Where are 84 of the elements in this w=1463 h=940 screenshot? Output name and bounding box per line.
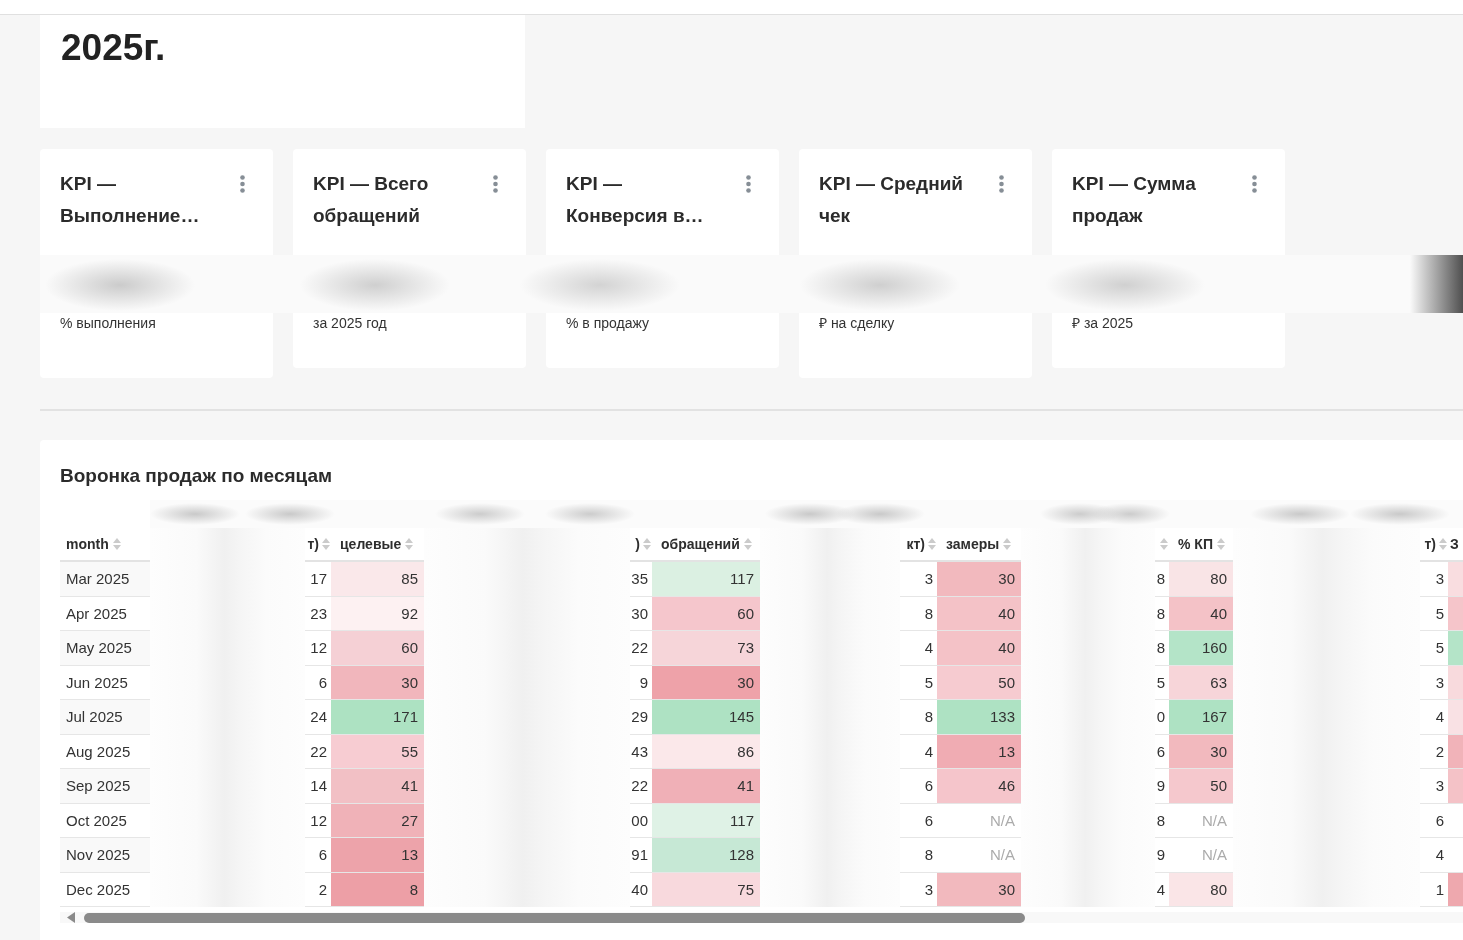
table-cell: 13 [331, 838, 424, 873]
card-caption: ₽ за 2025 [1072, 314, 1135, 332]
card-caption: ₽ на сделку [819, 314, 896, 332]
table-cell: 50 [937, 665, 1021, 700]
sort-icon[interactable] [322, 538, 330, 550]
sort-icon[interactable] [112, 538, 121, 550]
table-cell: Jul 2025 [60, 700, 150, 735]
sort-icon[interactable] [1003, 538, 1012, 550]
table-cell: 4 [1420, 838, 1448, 873]
card-title: KPI — Всего обращений [313, 172, 430, 228]
table-cell: 80 [1169, 562, 1233, 597]
sort-icon[interactable] [928, 538, 936, 550]
table-cell: 6 [1420, 803, 1448, 838]
page-title: 2025г. [61, 26, 167, 70]
table-cell: 92 [331, 596, 424, 631]
column-header[interactable]: ) [630, 528, 652, 562]
table-cell: 40 [937, 596, 1021, 631]
card-title: KPI — Сумма продаж [1072, 172, 1197, 228]
table-cell: 9 [1155, 838, 1169, 873]
table-cell: 8 [331, 872, 424, 907]
table-title: Воронка продаж по месяцам [60, 464, 334, 488]
kebab-menu-icon[interactable] [1252, 175, 1257, 193]
sort-icon[interactable] [643, 538, 651, 550]
table-cell: Sep 2025 [60, 769, 150, 804]
table-cell: May 2025 [60, 631, 150, 666]
card-caption: % выполнения [60, 314, 157, 332]
table-cell: 63 [1169, 665, 1233, 700]
table-cell: 30 [331, 665, 424, 700]
card-title: KPI — Конверсия в… [566, 172, 705, 228]
table-cell: 30 [1169, 734, 1233, 769]
scroll-left-arrow-icon[interactable] [67, 912, 75, 923]
table-cell: 75 [652, 872, 760, 907]
column-header[interactable]: т) [305, 528, 331, 562]
table-cell: Mar 2025 [60, 562, 150, 597]
table-cell: 30 [937, 562, 1021, 597]
table-cell: 86 [652, 734, 760, 769]
column-header[interactable]: т) [1420, 528, 1448, 562]
sort-icon[interactable] [405, 538, 414, 550]
table-cell: 46 [937, 769, 1021, 804]
card-caption: % в продажу [566, 314, 650, 332]
sort-icon[interactable] [1439, 538, 1447, 550]
table-cell: N/A [1169, 803, 1233, 838]
card-title: KPI — Средний чек [819, 172, 965, 228]
sort-icon[interactable] [1216, 538, 1225, 550]
card-caption: за 2025 год [313, 314, 388, 332]
table-cell: 40 [937, 631, 1021, 666]
table-cell: 171 [331, 700, 424, 735]
sort-icon[interactable] [743, 538, 752, 550]
table-cell: 13 [937, 734, 1021, 769]
table-cell: 41 [331, 769, 424, 804]
table-cell: 128 [652, 838, 760, 873]
table-cell: 80 [1169, 872, 1233, 907]
table-cell: N/A [937, 803, 1021, 838]
table-cell: 55 [331, 734, 424, 769]
table-cell: 6 [900, 803, 937, 838]
table-cell: 160 [1169, 631, 1233, 666]
kebab-menu-icon[interactable] [999, 175, 1004, 193]
table-cell: 8 [900, 838, 937, 873]
sort-icon[interactable] [1160, 538, 1168, 550]
table-cell: 30 [937, 872, 1021, 907]
table-cell: Nov 2025 [60, 838, 150, 873]
table-cell: 145 [652, 700, 760, 735]
table-cell: 73 [652, 631, 760, 666]
table-cell: 117 [652, 803, 760, 838]
table-cell: 27 [331, 803, 424, 838]
table-cell: 117 [652, 562, 760, 597]
table-cell: 40 [1169, 596, 1233, 631]
table-cell: 8 [1155, 803, 1169, 838]
table-cell: 50 [1169, 769, 1233, 804]
table-cell: 60 [652, 596, 760, 631]
card-title: KPI — Выполнение… [60, 172, 201, 228]
table-cell: 60 [331, 631, 424, 666]
table-cell: N/A [1169, 838, 1233, 873]
kebab-menu-icon[interactable] [240, 175, 245, 193]
table-cell: 30 [652, 665, 760, 700]
kebab-menu-icon[interactable] [493, 175, 498, 193]
table-cell: N/A [937, 838, 1021, 873]
table-cell: 85 [331, 562, 424, 597]
table-cell: 41 [652, 769, 760, 804]
table-cell: 133 [937, 700, 1021, 735]
kebab-menu-icon[interactable] [746, 175, 751, 193]
scrollbar-thumb[interactable] [84, 912, 1025, 923]
column-header[interactable]: кт) [900, 528, 937, 562]
table-cell: 167 [1169, 700, 1233, 735]
